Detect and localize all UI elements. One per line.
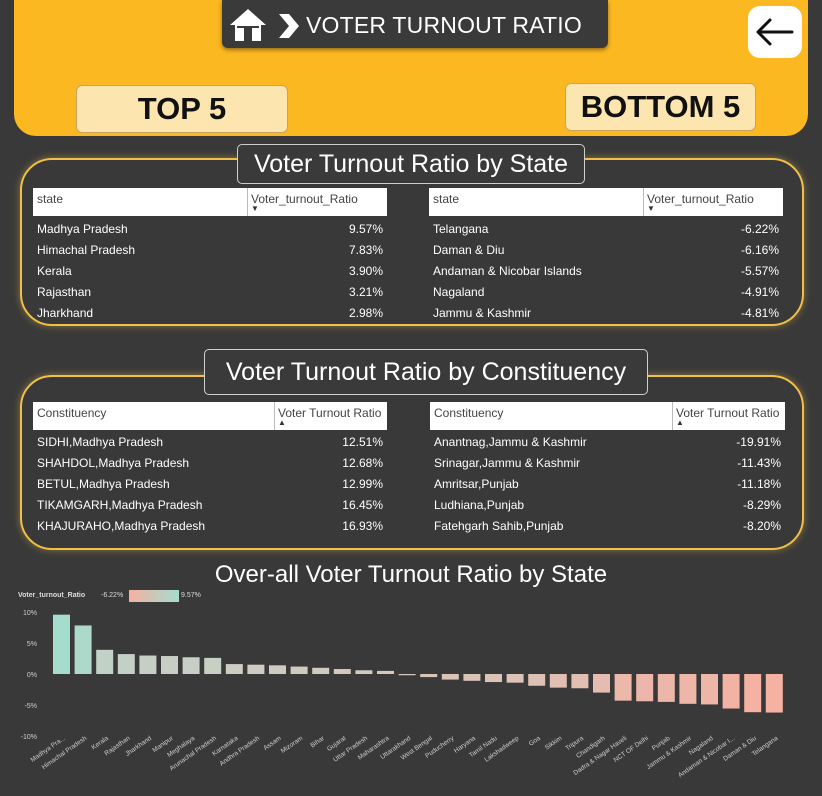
column-header-ratio[interactable]: Voter_turnout_Ratio (251, 192, 358, 206)
home-icon[interactable] (228, 6, 268, 44)
bar[interactable] (355, 670, 373, 674)
bar[interactable] (398, 674, 416, 676)
table-row[interactable]: Andaman & Nicobar Islands -5.57% (429, 264, 783, 284)
y-tick-label: -5% (25, 703, 37, 710)
column-header-ratio[interactable]: Voter_turnout_Ratio (647, 192, 754, 206)
table-row[interactable]: Amritsar,Punjab -11.18% (430, 477, 785, 497)
bar[interactable] (182, 657, 200, 674)
x-tick-label: Goa (528, 735, 542, 748)
y-tick-label: 10% (23, 610, 37, 617)
bar[interactable] (441, 674, 459, 680)
column-header-state[interactable]: state (37, 192, 63, 206)
sort-asc-icon: ▲ (278, 418, 286, 427)
y-tick-label: 5% (27, 641, 37, 648)
column-header-ratio[interactable]: Voter Turnout Ratio (278, 406, 381, 420)
chevron-right-icon (279, 14, 299, 38)
bottom-5-button[interactable]: BOTTOM 5 (565, 83, 756, 131)
table-row[interactable]: TIKAMGARH,Madhya Pradesh 16.45% (33, 498, 387, 518)
bar[interactable] (571, 674, 589, 689)
bar[interactable] (463, 674, 481, 681)
bar[interactable] (290, 666, 308, 674)
bar[interactable] (636, 674, 654, 702)
table-row[interactable]: Madhya Pradesh 9.57% (33, 222, 387, 242)
overall-chart-title: Over-all Voter Turnout Ratio by State (214, 561, 608, 588)
sort-asc-icon: ▲ (676, 418, 684, 427)
bar[interactable] (506, 674, 524, 683)
legend-label: Voter_turnout_Ratio (18, 592, 86, 599)
bar[interactable] (117, 654, 135, 674)
bar[interactable] (247, 664, 265, 674)
legend-max: 9.57% (181, 592, 201, 599)
table-row[interactable]: SHAHDOL,Madhya Pradesh 12.68% (33, 456, 387, 476)
bar[interactable] (225, 664, 243, 674)
bar[interactable] (204, 657, 222, 674)
bar[interactable] (333, 669, 351, 674)
table-row[interactable]: Kerala 3.90% (33, 264, 387, 284)
bar[interactable] (312, 667, 330, 674)
sort-desc-icon: ▼ (251, 204, 259, 213)
bar[interactable] (269, 665, 286, 674)
table-row[interactable]: Rajasthan 3.21% (33, 285, 387, 305)
bar[interactable] (722, 674, 740, 709)
bar[interactable] (139, 655, 157, 674)
table-row[interactable]: BETUL,Madhya Pradesh 12.99% (33, 477, 387, 497)
back-button[interactable] (748, 6, 802, 58)
back-arrow-icon (756, 18, 794, 46)
y-tick-label: -10% (21, 734, 37, 741)
bar[interactable] (74, 625, 92, 674)
sort-desc-icon: ▼ (647, 204, 655, 213)
table-row[interactable]: Daman & Diu -6.16% (429, 243, 783, 263)
y-tick-label: 0% (27, 672, 37, 679)
top-5-button[interactable]: TOP 5 (76, 85, 288, 133)
bar[interactable] (420, 674, 438, 678)
table-row[interactable]: Srinagar,Jammu & Kashmir -11.43% (430, 456, 785, 476)
table-row[interactable]: Ludhiana,Punjab -8.29% (430, 498, 785, 518)
bar[interactable] (765, 674, 783, 713)
table-row[interactable]: Jammu & Kashmir -4.81% (429, 306, 783, 326)
bar[interactable] (161, 656, 178, 674)
table-row[interactable]: Anantnag,Jammu & Kashmir -19.91% (430, 435, 785, 455)
table-row[interactable]: Nagaland -4.91% (429, 285, 783, 305)
table-row[interactable]: Jharkhand 2.98% (33, 306, 387, 326)
x-tick-label: Bihar (309, 734, 326, 749)
table-row[interactable]: Himachal Pradesh 7.83% (33, 243, 387, 263)
bar[interactable] (377, 670, 394, 674)
table-row[interactable]: Telangana -6.22% (429, 222, 783, 242)
column-header-ratio[interactable]: Voter Turnout Ratio (676, 406, 779, 420)
bar[interactable] (53, 614, 70, 674)
legend-min: -6.22% (101, 592, 124, 599)
bar[interactable] (593, 674, 610, 693)
x-tick-label: Mizoram (280, 735, 304, 755)
page-title: VOTER TURNOUT RATIO (306, 12, 582, 38)
column-header-constituency[interactable]: Constituency (434, 406, 503, 420)
x-tick-label: Andhra Pradesh (219, 735, 262, 768)
bar[interactable] (657, 674, 675, 702)
constituency-panel-title: Voter Turnout Ratio by Constituency (204, 349, 648, 395)
bar[interactable] (744, 674, 762, 713)
column-header-state[interactable]: state (433, 192, 459, 206)
overall-bar-chart: 10%5%0%-5%-10%Madhya Pra...Himachal Prad… (21, 610, 783, 779)
bar[interactable] (528, 674, 546, 686)
column-header-constituency[interactable]: Constituency (37, 406, 106, 420)
table-row[interactable]: KHAJURAHO,Madhya Pradesh 16.93% (33, 519, 387, 539)
bar[interactable] (485, 674, 502, 683)
bar[interactable] (614, 674, 632, 701)
bar[interactable] (96, 649, 114, 674)
bar[interactable] (549, 674, 567, 688)
table-row[interactable]: Fatehgarh Sahib,Punjab -8.20% (430, 519, 785, 539)
x-tick-label: Sikkim (544, 735, 564, 752)
table-row[interactable]: SIDHI,Madhya Pradesh 12.51% (33, 435, 387, 455)
state-panel-title: Voter Turnout Ratio by State (237, 144, 585, 184)
bar[interactable] (679, 674, 697, 704)
bar[interactable] (701, 674, 718, 705)
